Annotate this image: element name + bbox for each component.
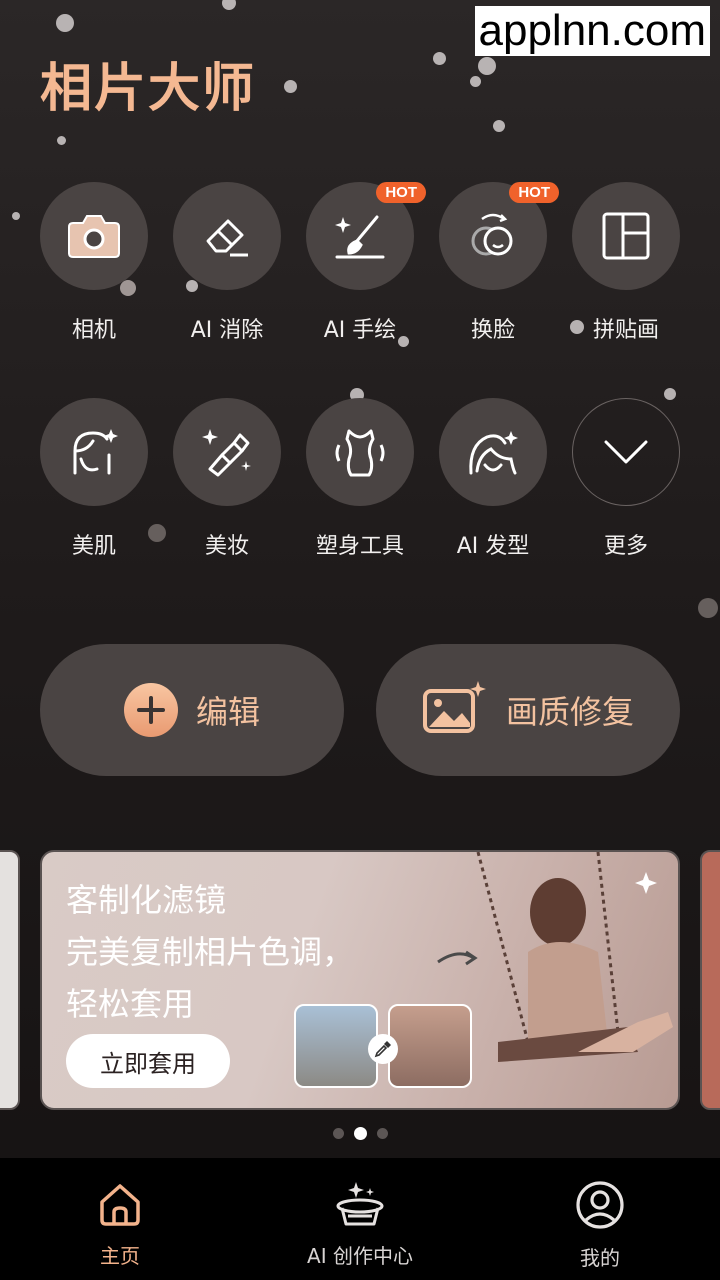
quality-repair-button[interactable]: 画质修复: [376, 644, 680, 776]
tools-row-2: 美肌 美妆 塑身工具 AI 发型 更多: [40, 398, 680, 560]
tab-home-label: 主页: [100, 1244, 140, 1268]
before-thumbnail: [294, 1004, 378, 1088]
tool-camera[interactable]: 相机: [40, 182, 148, 344]
apply-now-button[interactable]: 立即套用: [66, 1034, 230, 1088]
hot-badge: HOT: [376, 182, 426, 203]
banner-line-1: 客制化滤镜: [66, 881, 227, 919]
filter-banner[interactable]: 客制化滤镜 完美复制相片色调， 轻松套用 立即套用: [40, 850, 680, 1110]
tool-label: 美妆: [204, 534, 249, 559]
tool-face-swap[interactable]: HOT 换脸: [439, 182, 559, 344]
tool-label: 塑身工具: [315, 534, 404, 559]
carousel-pager: [0, 1127, 720, 1140]
tool-ai-erase[interactable]: AI 消除: [173, 182, 281, 344]
tools-row-1: 相机 AI 消除 HOT AI 手绘 HOT 换脸 拼贴画: [40, 182, 680, 344]
magic-hat-icon: [334, 1180, 386, 1232]
tool-skin[interactable]: 美肌: [40, 398, 148, 560]
collage-icon: [572, 182, 680, 290]
tab-mine-label: 我的: [580, 1246, 620, 1270]
tool-label: 换脸: [470, 318, 515, 343]
hairstyle-icon: [439, 398, 547, 506]
home-icon: [96, 1180, 144, 1232]
tool-label: 美肌: [71, 534, 116, 559]
quality-repair-label: 画质修复: [505, 693, 634, 731]
eyedropper-icon: [368, 1034, 398, 1064]
edit-label: 编辑: [195, 693, 260, 731]
pager-dot-active[interactable]: [353, 1127, 367, 1140]
tool-label: 相机: [71, 318, 116, 343]
plus-icon: [123, 683, 178, 737]
tab-mine[interactable]: 我的: [480, 1158, 720, 1280]
tool-collage[interactable]: 拼贴画: [572, 182, 680, 344]
eraser-icon: [173, 182, 281, 290]
pager-dot[interactable]: [376, 1128, 388, 1139]
carousel-next-card[interactable]: [700, 850, 720, 1110]
camera-icon: [40, 182, 148, 290]
makeup-icon: [173, 398, 281, 506]
tab-ai-center[interactable]: AI 创作中心: [240, 1158, 480, 1280]
hot-badge: HOT: [509, 182, 559, 203]
tool-label: 拼贴画: [592, 318, 659, 343]
tool-label: AI 手绘: [323, 318, 397, 343]
tool-more[interactable]: 更多: [572, 398, 680, 560]
tool-label: AI 发型: [456, 534, 530, 559]
image-sparkle-icon: [422, 679, 488, 741]
tool-body-shape[interactable]: 塑身工具: [306, 398, 414, 560]
app-title: 相片大师: [40, 59, 257, 119]
tool-makeup[interactable]: 美妆: [173, 398, 281, 560]
chevron-down-icon: [572, 398, 680, 506]
tool-label: 更多: [603, 534, 648, 559]
tool-label: AI 消除: [190, 318, 264, 343]
body-icon: [306, 398, 414, 506]
pager-dot[interactable]: [332, 1128, 344, 1139]
tab-ai-center-label: AI 创作中心: [307, 1244, 413, 1268]
carousel-prev-card[interactable]: [0, 850, 20, 1110]
tab-home[interactable]: 主页: [0, 1158, 240, 1280]
watermark: applnn.com: [474, 6, 710, 56]
skin-icon: [40, 398, 148, 506]
tool-ai-hairstyle[interactable]: AI 发型: [439, 398, 547, 560]
banner-line-2: 完美复制相片色调，: [66, 933, 355, 971]
user-icon: [575, 1180, 625, 1234]
tool-ai-draw[interactable]: HOT AI 手绘: [306, 182, 426, 344]
after-thumbnail: [388, 1004, 472, 1088]
edit-button[interactable]: 编辑: [40, 644, 344, 776]
bottom-tab-bar: 主页 AI 创作中心 我的: [0, 1158, 720, 1280]
